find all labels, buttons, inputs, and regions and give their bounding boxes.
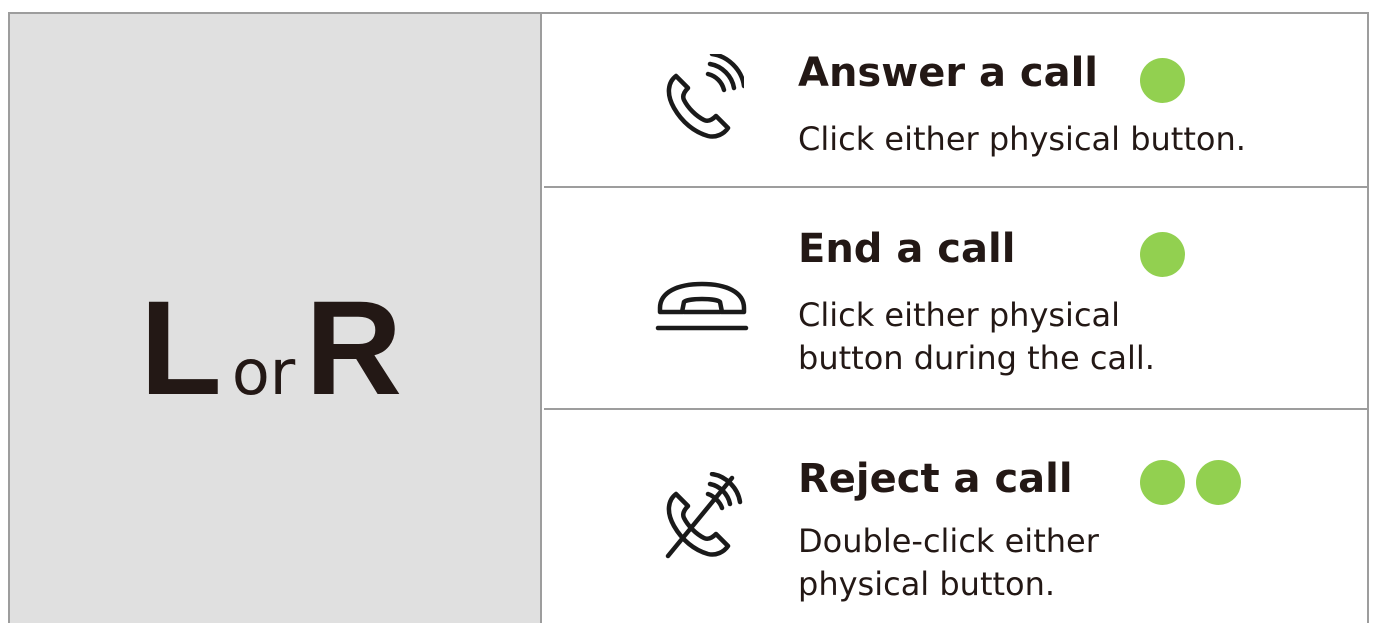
row-description: Click either physical button during the …: [798, 296, 1155, 377]
double-click-dot-2: [1196, 460, 1241, 505]
or-connector: or: [231, 336, 296, 409]
button-panel: L or R: [10, 14, 542, 623]
phone-ringing-icon: [654, 54, 744, 144]
row-reject-call: Reject a call Double-click either physic…: [544, 412, 1369, 623]
row-end-call: End a call Click either physical button …: [544, 190, 1369, 410]
instruction-table: L or R Answer a call Click either physic…: [8, 12, 1369, 623]
right-key: R: [305, 274, 402, 423]
row-description: Click either physical button.: [798, 120, 1246, 158]
button-key-label: L or R: [140, 282, 402, 416]
row-description: Double-click either physical button.: [798, 522, 1099, 603]
single-click-dot: [1140, 58, 1185, 103]
row-title: Answer a call: [798, 50, 1099, 96]
double-click-dot-1: [1140, 460, 1185, 505]
row-answer-call: Answer a call Click either physical butt…: [544, 14, 1369, 188]
phone-hangup-icon: [654, 278, 750, 332]
single-click-dot: [1140, 232, 1185, 277]
row-title: Reject a call: [798, 456, 1073, 502]
left-key: L: [140, 274, 222, 423]
row-title: End a call: [798, 226, 1016, 272]
phone-reject-icon: [654, 472, 744, 562]
